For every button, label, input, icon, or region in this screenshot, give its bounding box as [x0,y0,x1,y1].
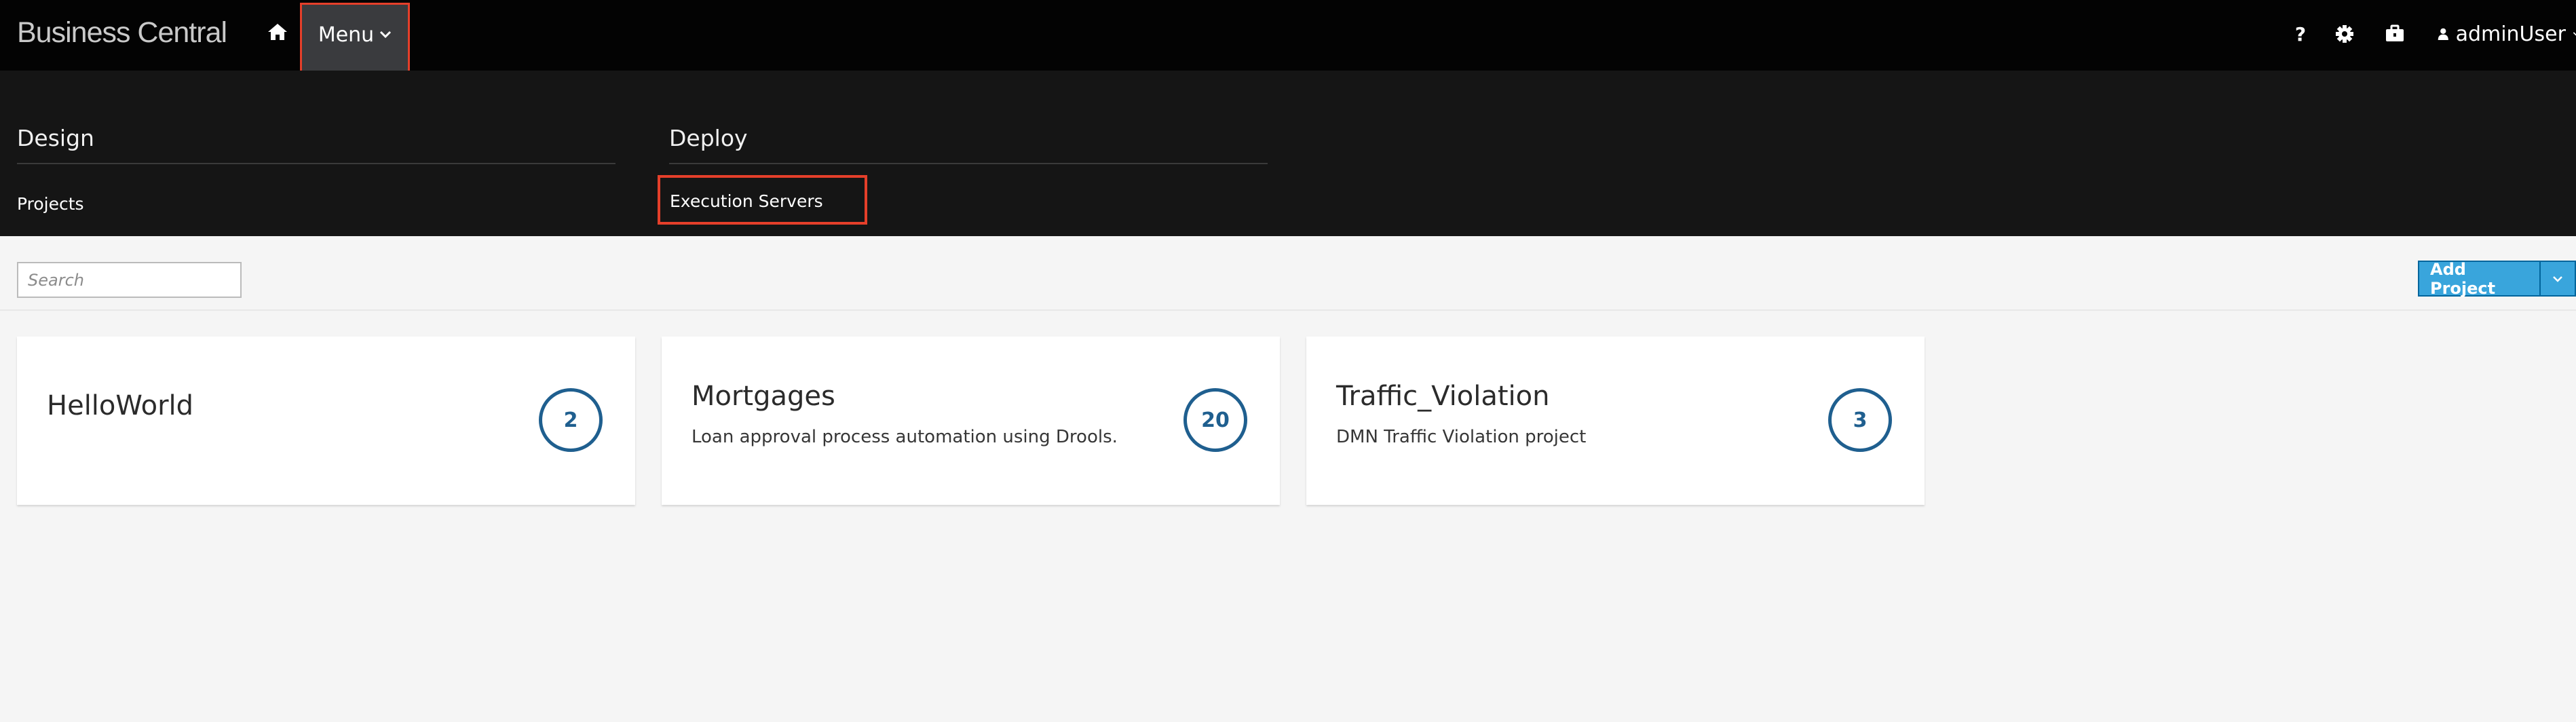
tasks-button[interactable] [2382,20,2408,48]
project-description: DMN Traffic Violation project [1336,427,1587,447]
menu-item-projects[interactable]: Projects [17,191,84,217]
user-name: adminUser [2455,22,2566,46]
chevron-down-icon [2573,32,2576,36]
briefcase-icon [2386,24,2404,41]
brand-title[interactable]: Business Central [17,16,227,50]
project-name: HelloWorld [47,390,194,421]
divider [669,163,1268,164]
help-button[interactable]: ? [2290,20,2311,48]
project-name: Mortgages [692,381,835,412]
menu-button[interactable]: Menu [300,3,410,77]
gear-icon [2336,25,2353,43]
project-card-helloworld[interactable]: HelloWorld 2 [17,337,635,505]
add-project-button[interactable]: Add Project [2418,260,2540,298]
project-card-mortgages[interactable]: Mortgages Loan approval process automati… [662,337,1280,505]
chevron-down-icon [380,31,392,39]
projects-toolbar: Add Project [0,236,2576,311]
project-name: Traffic_Violation [1336,381,1550,412]
menu-button-label: Menu [318,23,375,47]
divider [17,163,615,164]
home-button[interactable] [266,20,289,43]
user-menu[interactable]: adminUser [2438,20,2576,48]
asset-count-badge: 20 [1183,388,1247,452]
mega-menu: Design Projects Deploy [0,71,2576,236]
user-icon [2438,28,2448,40]
search-input[interactable] [17,262,242,298]
menu-item-label: Execution Servers [670,191,823,211]
settings-button[interactable] [2332,20,2357,48]
project-description: Loan approval process automation using D… [692,427,1118,447]
asset-count-badge: 3 [1828,388,1892,452]
project-card-traffic-violation[interactable]: Traffic_Violation DMN Traffic Violation … [1306,337,1925,505]
top-navbar: Business Central Menu ? adminUser [0,0,2576,77]
menu-item-execution-servers[interactable]: Execution Servers [658,175,867,225]
menu-column-title: Design [17,125,94,151]
add-project-dropdown-toggle[interactable] [2539,261,2576,297]
chevron-down-icon [2553,276,2562,282]
home-icon [268,24,287,40]
asset-count-badge: 2 [539,388,603,452]
menu-column-title: Deploy [669,125,748,151]
add-project-group: Add Project [2418,260,2576,298]
